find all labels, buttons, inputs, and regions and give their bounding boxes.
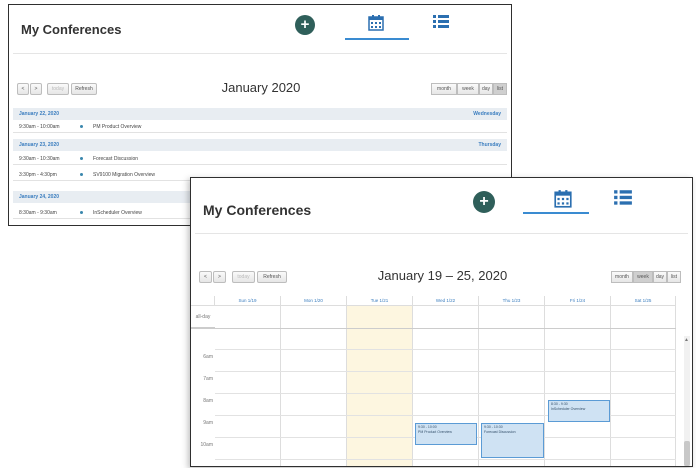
event-dot-icon [80,211,83,214]
scrollbar-thumb[interactable] [684,441,690,466]
view-day-button[interactable]: day [653,271,667,283]
week-grid: Sun 1/19 Mon 1/20 Tue 1/21 Wed 1/22 Thu … [191,296,692,466]
event-time: 3:30pm - 4:30pm [19,172,57,178]
day-column-header: Thu 1/23 [479,296,545,306]
calendar-event[interactable]: 9:30 - 10:00 PM Product Overview [415,423,477,445]
header-divider [195,233,688,234]
view-week-button[interactable]: week [457,83,479,95]
view-list-button[interactable]: list [667,271,681,283]
calendar-event[interactable]: 8:30 - 9:30 InScheduler Overview [548,400,610,422]
day-date: January 24, 2020 [19,194,60,200]
event-title: Forecast Discussion [93,156,139,162]
hour-label: 7am [203,376,213,382]
event-time: 8:30am - 9:30am [19,210,57,216]
hour-line [215,459,676,460]
active-view-indicator [345,38,409,40]
conferences-week-window: My Conferences + < > today Refresh Janua… [190,177,693,467]
event-title: InScheduler Overview [93,210,142,216]
view-month-button[interactable]: month [431,83,457,95]
event-time: 9:30am - 10:00am [19,124,60,130]
day-column[interactable] [281,306,347,466]
header-divider [13,53,507,54]
day-column[interactable] [611,306,676,466]
event-dot-icon [80,173,83,176]
view-list-button[interactable]: list [493,83,507,95]
hour-line [215,349,676,350]
view-day-button[interactable]: day [479,83,493,95]
list-event[interactable]: 9:30am - 10:30am Forecast Discussion [13,153,507,165]
day-column[interactable] [215,306,281,466]
time-gutter-header [191,296,215,306]
list-icon[interactable] [432,14,450,30]
event-title: PM Product Overview [93,124,142,130]
allday-label: all-day [191,306,215,328]
calendar-icon[interactable] [553,189,573,209]
day-date: January 22, 2020 [19,111,60,117]
active-view-indicator [523,212,589,214]
day-date: January 23, 2020 [19,142,60,148]
hour-label: 9am [203,420,213,426]
event-dot-icon [80,157,83,160]
day-column-header: Fri 1/24 [545,296,611,306]
event-time: 9:30am - 10:30am [19,156,60,162]
day-column-header: Mon 1/20 [281,296,347,306]
event-title: Forecast Discussion [484,429,516,434]
view-week-button[interactable]: week [633,271,653,283]
hour-line [215,371,676,372]
app-title: My Conferences [21,22,122,37]
hour-label: 6am [203,354,213,360]
event-title: PM Product Overview [418,429,452,434]
day-column-header: Wed 1/22 [413,296,479,306]
day-weekday: Thursday [478,142,501,148]
day-column[interactable] [545,306,611,466]
hour-label: 10am [200,442,213,448]
calendar-event[interactable]: 9:30 - 10:30 Forecast Discussion [481,423,544,458]
list-event[interactable]: 9:30am - 10:00am PM Product Overview [13,121,507,133]
view-month-button[interactable]: month [611,271,633,283]
day-weekday: Wednesday [473,111,501,117]
day-column-header: Sun 1/19 [215,296,281,306]
calendar-icon[interactable] [367,14,385,32]
list-day-header: January 23, 2020 Thursday [13,139,507,151]
day-column-today[interactable] [347,306,413,466]
allday-divider [191,328,676,329]
add-conference-button[interactable]: + [295,15,315,35]
list-icon[interactable] [613,189,633,207]
event-title: SV9100 Migration Overview [93,172,155,178]
add-conference-button[interactable]: + [473,191,495,213]
day-column-header: Tue 1/21 [347,296,413,306]
app-title: My Conferences [203,202,312,218]
event-dot-icon [80,125,83,128]
list-day-header: January 22, 2020 Wednesday [13,108,507,120]
event-title: InScheduler Overview [551,406,586,411]
hour-line [215,393,676,394]
day-column-header: Sat 1/25 [611,296,676,306]
scroll-up-icon[interactable]: ▲ [684,337,689,343]
hour-label: 8am [203,398,213,404]
